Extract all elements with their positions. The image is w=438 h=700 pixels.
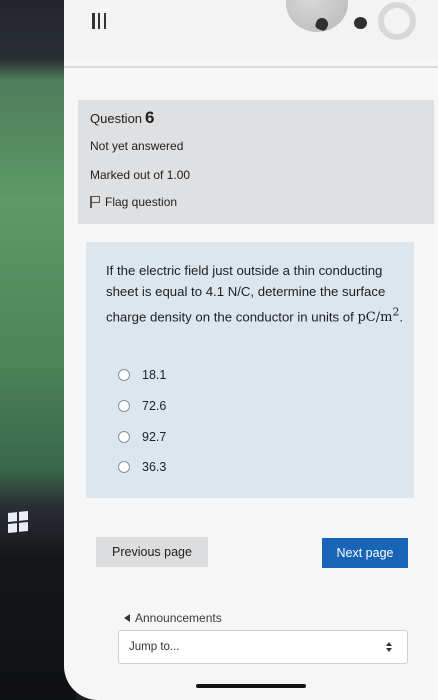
- question-text-main: If the electric field just outside a thi…: [106, 263, 386, 325]
- user-avatar-icon[interactable]: [378, 2, 416, 40]
- question-unit: pC/m2: [357, 306, 399, 326]
- answer-status: Not yet answered: [90, 139, 184, 153]
- hamburger-menu-icon[interactable]: [92, 13, 106, 29]
- question-number: 6: [145, 108, 155, 127]
- question-info-panel: Question 6 Not yet answered Marked out of…: [78, 100, 434, 224]
- phone-screen: Question 6 Not yet answered Marked out of…: [64, 0, 438, 700]
- marks-info: Marked out of 1.00: [90, 168, 191, 182]
- answer-option[interactable]: 18.1: [118, 368, 166, 382]
- select-arrows-icon: [385, 640, 393, 654]
- unit-base: pC/m: [357, 310, 393, 326]
- chat-icon[interactable]: [354, 17, 367, 29]
- option-label: 92.7: [142, 430, 167, 444]
- windows-logo-icon: [8, 510, 28, 534]
- announcements-link[interactable]: Announcements: [124, 611, 222, 625]
- answer-option[interactable]: 72.6: [118, 399, 166, 413]
- answer-option[interactable]: 92.7: [118, 430, 166, 444]
- home-indicator[interactable]: [196, 684, 306, 688]
- jump-to-select[interactable]: Jump to...: [118, 630, 408, 664]
- flag-question-label: Flag question: [105, 195, 178, 209]
- announcements-label: Announcements: [135, 611, 222, 625]
- option-label: 72.6: [142, 399, 167, 413]
- radio-button[interactable]: [118, 461, 130, 473]
- question-text: If the electric field just outside a thi…: [106, 260, 406, 328]
- question-heading: Question 6: [90, 108, 155, 128]
- answer-option[interactable]: 36.3: [118, 460, 166, 474]
- flag-question-link[interactable]: Flag question: [90, 195, 177, 209]
- radio-button[interactable]: [118, 431, 130, 443]
- flag-icon: [90, 196, 100, 208]
- jump-to-label: Jump to...: [129, 641, 180, 653]
- next-page-button[interactable]: Next page: [322, 538, 408, 568]
- question-label: Question: [90, 111, 143, 126]
- question-content-panel: If the electric field just outside a thi…: [86, 242, 414, 498]
- radio-button[interactable]: [118, 400, 130, 412]
- top-navbar: [64, 0, 438, 58]
- previous-page-button[interactable]: Previous page: [96, 537, 208, 567]
- option-label: 36.3: [142, 460, 167, 474]
- chevron-left-icon: [124, 614, 130, 622]
- option-label: 18.1: [142, 368, 167, 382]
- question-text-end: .: [399, 309, 403, 325]
- divider: [64, 66, 438, 68]
- radio-button[interactable]: [118, 369, 130, 381]
